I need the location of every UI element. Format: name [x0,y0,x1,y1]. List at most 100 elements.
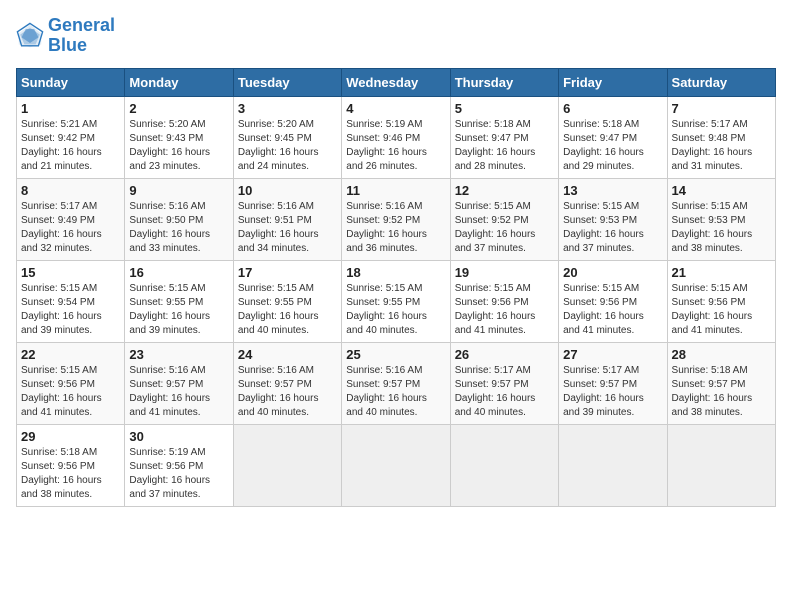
day-number: 28 [672,347,771,362]
day-number: 20 [563,265,662,280]
day-info: Sunrise: 5:16 AMSunset: 9:50 PMDaylight:… [129,200,228,256]
calendar-cell: 1 Sunrise: 5:21 AMSunset: 9:42 PMDayligh… [17,96,125,178]
day-number: 23 [129,347,228,362]
weekday-header-wednesday: Wednesday [342,68,450,96]
weekday-header-thursday: Thursday [450,68,558,96]
day-number: 9 [129,183,228,198]
calendar-cell: 29 Sunrise: 5:18 AMSunset: 9:56 PMDaylig… [17,424,125,506]
calendar-cell: 19 Sunrise: 5:15 AMSunset: 9:56 PMDaylig… [450,260,558,342]
calendar-cell: 3 Sunrise: 5:20 AMSunset: 9:45 PMDayligh… [233,96,341,178]
day-info: Sunrise: 5:15 AMSunset: 9:55 PMDaylight:… [129,282,228,338]
page-header: General Blue [16,16,776,56]
day-number: 29 [21,429,120,444]
logo-text: General Blue [48,16,115,56]
day-number: 25 [346,347,445,362]
day-number: 11 [346,183,445,198]
calendar-cell: 18 Sunrise: 5:15 AMSunset: 9:55 PMDaylig… [342,260,450,342]
day-number: 12 [455,183,554,198]
day-number: 27 [563,347,662,362]
calendar-cell: 13 Sunrise: 5:15 AMSunset: 9:53 PMDaylig… [559,178,667,260]
calendar-cell [559,424,667,506]
calendar-cell: 10 Sunrise: 5:16 AMSunset: 9:51 PMDaylig… [233,178,341,260]
day-info: Sunrise: 5:16 AMSunset: 9:57 PMDaylight:… [238,364,337,420]
day-number: 10 [238,183,337,198]
day-info: Sunrise: 5:19 AMSunset: 9:56 PMDaylight:… [129,446,228,502]
calendar-cell: 20 Sunrise: 5:15 AMSunset: 9:56 PMDaylig… [559,260,667,342]
calendar-cell: 8 Sunrise: 5:17 AMSunset: 9:49 PMDayligh… [17,178,125,260]
calendar-cell: 28 Sunrise: 5:18 AMSunset: 9:57 PMDaylig… [667,342,775,424]
day-info: Sunrise: 5:16 AMSunset: 9:52 PMDaylight:… [346,200,445,256]
calendar-cell: 14 Sunrise: 5:15 AMSunset: 9:53 PMDaylig… [667,178,775,260]
calendar-cell: 5 Sunrise: 5:18 AMSunset: 9:47 PMDayligh… [450,96,558,178]
calendar-cell: 7 Sunrise: 5:17 AMSunset: 9:48 PMDayligh… [667,96,775,178]
calendar-cell: 21 Sunrise: 5:15 AMSunset: 9:56 PMDaylig… [667,260,775,342]
day-info: Sunrise: 5:16 AMSunset: 9:51 PMDaylight:… [238,200,337,256]
day-info: Sunrise: 5:17 AMSunset: 9:57 PMDaylight:… [455,364,554,420]
day-number: 30 [129,429,228,444]
calendar-cell: 16 Sunrise: 5:15 AMSunset: 9:55 PMDaylig… [125,260,233,342]
day-info: Sunrise: 5:17 AMSunset: 9:49 PMDaylight:… [21,200,120,256]
day-number: 8 [21,183,120,198]
day-info: Sunrise: 5:18 AMSunset: 9:47 PMDaylight:… [455,118,554,174]
calendar-cell: 6 Sunrise: 5:18 AMSunset: 9:47 PMDayligh… [559,96,667,178]
day-info: Sunrise: 5:20 AMSunset: 9:43 PMDaylight:… [129,118,228,174]
calendar-cell: 30 Sunrise: 5:19 AMSunset: 9:56 PMDaylig… [125,424,233,506]
calendar-cell: 17 Sunrise: 5:15 AMSunset: 9:55 PMDaylig… [233,260,341,342]
day-info: Sunrise: 5:15 AMSunset: 9:52 PMDaylight:… [455,200,554,256]
calendar-cell [450,424,558,506]
day-info: Sunrise: 5:18 AMSunset: 9:57 PMDaylight:… [672,364,771,420]
day-info: Sunrise: 5:15 AMSunset: 9:56 PMDaylight:… [21,364,120,420]
day-info: Sunrise: 5:18 AMSunset: 9:47 PMDaylight:… [563,118,662,174]
day-number: 16 [129,265,228,280]
day-number: 5 [455,101,554,116]
calendar-table: SundayMondayTuesdayWednesdayThursdayFrid… [16,68,776,507]
day-number: 15 [21,265,120,280]
calendar-cell: 22 Sunrise: 5:15 AMSunset: 9:56 PMDaylig… [17,342,125,424]
day-info: Sunrise: 5:20 AMSunset: 9:45 PMDaylight:… [238,118,337,174]
day-info: Sunrise: 5:15 AMSunset: 9:53 PMDaylight:… [563,200,662,256]
day-number: 4 [346,101,445,116]
day-number: 17 [238,265,337,280]
day-info: Sunrise: 5:18 AMSunset: 9:56 PMDaylight:… [21,446,120,502]
calendar-cell: 2 Sunrise: 5:20 AMSunset: 9:43 PMDayligh… [125,96,233,178]
day-info: Sunrise: 5:19 AMSunset: 9:46 PMDaylight:… [346,118,445,174]
day-info: Sunrise: 5:15 AMSunset: 9:56 PMDaylight:… [563,282,662,338]
calendar-cell: 26 Sunrise: 5:17 AMSunset: 9:57 PMDaylig… [450,342,558,424]
day-info: Sunrise: 5:15 AMSunset: 9:55 PMDaylight:… [346,282,445,338]
day-number: 24 [238,347,337,362]
logo-icon [16,22,44,50]
weekday-header-monday: Monday [125,68,233,96]
day-info: Sunrise: 5:15 AMSunset: 9:56 PMDaylight:… [672,282,771,338]
weekday-header-saturday: Saturday [667,68,775,96]
day-info: Sunrise: 5:15 AMSunset: 9:54 PMDaylight:… [21,282,120,338]
day-info: Sunrise: 5:17 AMSunset: 9:48 PMDaylight:… [672,118,771,174]
day-number: 14 [672,183,771,198]
day-number: 19 [455,265,554,280]
day-info: Sunrise: 5:15 AMSunset: 9:55 PMDaylight:… [238,282,337,338]
day-number: 13 [563,183,662,198]
weekday-header-tuesday: Tuesday [233,68,341,96]
calendar-cell [667,424,775,506]
calendar-cell: 15 Sunrise: 5:15 AMSunset: 9:54 PMDaylig… [17,260,125,342]
logo: General Blue [16,16,115,56]
day-number: 7 [672,101,771,116]
day-info: Sunrise: 5:17 AMSunset: 9:57 PMDaylight:… [563,364,662,420]
day-number: 18 [346,265,445,280]
day-info: Sunrise: 5:21 AMSunset: 9:42 PMDaylight:… [21,118,120,174]
weekday-header-friday: Friday [559,68,667,96]
calendar-cell: 11 Sunrise: 5:16 AMSunset: 9:52 PMDaylig… [342,178,450,260]
day-info: Sunrise: 5:15 AMSunset: 9:53 PMDaylight:… [672,200,771,256]
day-number: 2 [129,101,228,116]
calendar-cell: 27 Sunrise: 5:17 AMSunset: 9:57 PMDaylig… [559,342,667,424]
day-number: 1 [21,101,120,116]
day-number: 26 [455,347,554,362]
calendar-cell: 9 Sunrise: 5:16 AMSunset: 9:50 PMDayligh… [125,178,233,260]
day-info: Sunrise: 5:16 AMSunset: 9:57 PMDaylight:… [346,364,445,420]
day-number: 22 [21,347,120,362]
calendar-cell [233,424,341,506]
day-number: 21 [672,265,771,280]
day-number: 3 [238,101,337,116]
calendar-cell: 23 Sunrise: 5:16 AMSunset: 9:57 PMDaylig… [125,342,233,424]
calendar-cell: 25 Sunrise: 5:16 AMSunset: 9:57 PMDaylig… [342,342,450,424]
calendar-cell: 12 Sunrise: 5:15 AMSunset: 9:52 PMDaylig… [450,178,558,260]
